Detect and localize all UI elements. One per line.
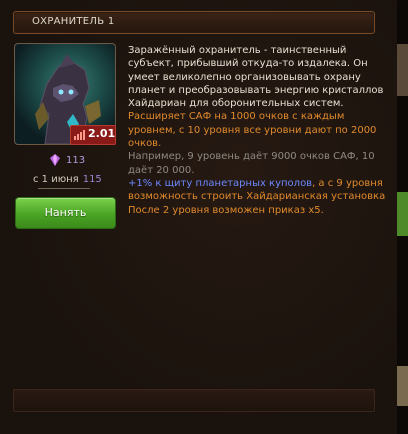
- since-label: с 1 июня: [33, 174, 79, 185]
- level-badge: 2.01: [70, 125, 116, 145]
- dome-bonus-text: +1% к щиту планетарных куполов: [128, 177, 313, 189]
- gem-icon: [50, 154, 60, 166]
- description-order: После 2 уровня возможен приказ x5.: [128, 204, 324, 216]
- guardian-panel: ОХРАНИТЕЛЬ 1 2.01 113 с 1 июня 115 Нанят…: [0, 0, 398, 434]
- description-example: Например, 9 уровень даёт 9000 очков САФ,…: [128, 151, 375, 176]
- hire-button-label: Нанять: [44, 206, 87, 219]
- side-scroll-strip: [397, 0, 408, 434]
- description-main: Заражённый охранитель - таинственный суб…: [128, 45, 384, 110]
- panel-title: ОХРАНИТЕЛЬ 1: [32, 16, 115, 27]
- panel-footer: [13, 389, 375, 412]
- description: Заражённый охранитель - таинственный суб…: [128, 44, 390, 217]
- side-tab[interactable]: [397, 44, 408, 96]
- side-tab[interactable]: [397, 366, 408, 406]
- description-highlight: Расширяет САФ на 1000 очков с каждым уро…: [128, 111, 377, 150]
- side-tab-green[interactable]: [397, 192, 408, 236]
- level-bars-icon: [74, 130, 85, 140]
- description-bonus: +1% к щиту планетарных куполов, а с 9 ур…: [128, 177, 390, 204]
- since-underline: [38, 188, 90, 189]
- hire-button[interactable]: Нанять: [15, 197, 116, 229]
- level-value: 2.01: [88, 127, 116, 140]
- since-info: с 1 июня 115: [33, 174, 102, 185]
- price-value: 113: [66, 155, 86, 166]
- panel-header: ОХРАНИТЕЛЬ 1: [13, 11, 375, 34]
- since-value: 115: [82, 174, 102, 185]
